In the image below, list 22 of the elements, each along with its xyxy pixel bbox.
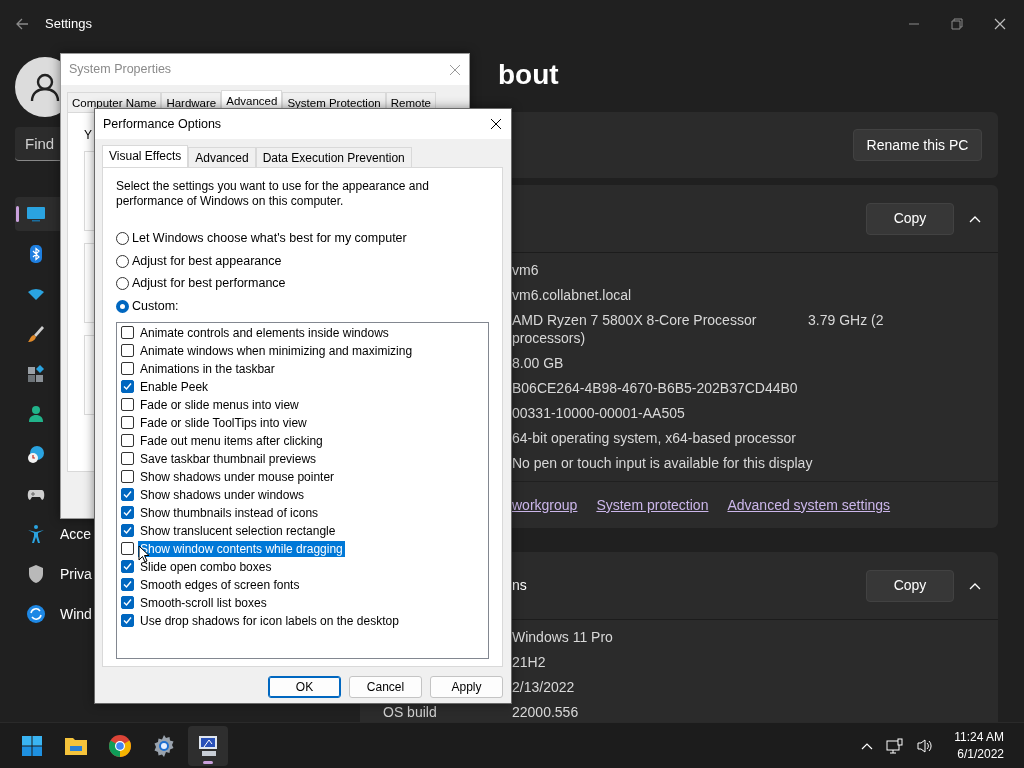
spec-value: vm6: [512, 261, 539, 278]
spec-value: 2/13/2022: [512, 678, 575, 695]
window-title: Settings: [45, 15, 92, 34]
spec-value: 21H2: [512, 653, 546, 670]
spec-value: No pen or touch input is available for this display: [512, 454, 813, 471]
spec-value: 8.00 GB: [512, 354, 564, 371]
spec-label: OS build: [383, 703, 437, 720]
spec-value: 64-bit operating system, x64-based processor: [512, 429, 797, 446]
spec-value: vm6.collabnet.local: [512, 286, 632, 303]
spec-value: processors): [512, 328, 587, 347]
spec-value: B06CE264-4B98-4670-B6B5-202B37CD44B0: [512, 379, 798, 396]
window-title: System Properties: [69, 61, 172, 79]
spec-value: AMD Ryzen 7 5800X 8-Core Processor: [512, 310, 758, 329]
spec-value: 22000.556: [512, 703, 579, 720]
page-title: bout: [498, 59, 559, 90]
window-title: Performance Options: [103, 115, 222, 133]
spec-value: 00331-10000-00001-AA505: [512, 404, 685, 421]
spec-value: 3.79 GHz (2: [808, 310, 884, 329]
body-text: Y: [84, 127, 93, 143]
section-heading: ns: [512, 576, 527, 595]
description-text: Select the settings you want to use for the appearance and performance of Windows on this computer.: [116, 179, 430, 209]
spec-value: Windows 11 Pro: [512, 628, 613, 645]
